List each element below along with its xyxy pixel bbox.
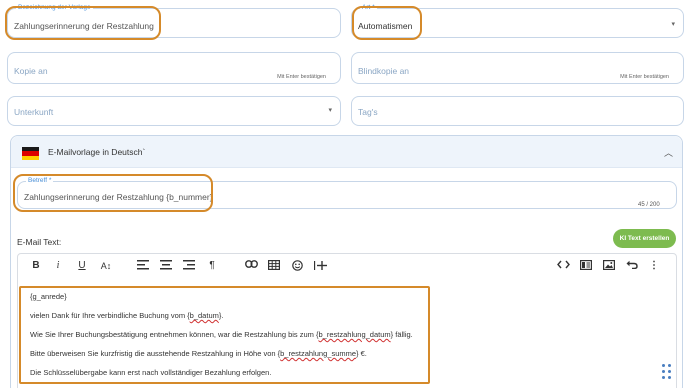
body-line-salutation: {g_anrede} bbox=[30, 292, 67, 301]
align-left-icon[interactable] bbox=[136, 258, 150, 274]
chevron-up-icon[interactable]: ︿ bbox=[664, 146, 673, 159]
email-template-title: E-Mailvorlage in Deutsch` bbox=[48, 147, 146, 157]
ai-text-button[interactable]: KI Text erstellen bbox=[613, 229, 676, 248]
template-name-field[interactable]: Bezeichnung der Vorlage Zahlungserinneru… bbox=[7, 3, 341, 38]
accommodation-placeholder: Unterkunft bbox=[14, 107, 54, 117]
table-icon[interactable] bbox=[267, 258, 281, 274]
font-size-icon[interactable]: A↕ bbox=[98, 258, 114, 274]
drag-handle-icon[interactable] bbox=[660, 362, 676, 384]
tags-placeholder: Tag's bbox=[358, 107, 378, 117]
type-value: Automatismen bbox=[358, 21, 413, 31]
body-line-request: Bitte überweisen Sie kurzfristig die aus… bbox=[30, 349, 367, 358]
type-select[interactable]: Art * Automatismen ▾ bbox=[351, 3, 684, 38]
bcc-placeholder: Blindkopie an bbox=[358, 66, 410, 76]
align-right-icon[interactable] bbox=[182, 258, 196, 274]
image-icon[interactable] bbox=[602, 258, 616, 274]
accommodation-select[interactable]: Unterkunft ▾ bbox=[7, 96, 341, 126]
italic-icon[interactable]: i bbox=[53, 258, 63, 274]
dropdown-arrow-icon[interactable]: ▾ bbox=[328, 106, 332, 114]
body-line-thanks: vielen Dank für Ihre verbindliche Buchun… bbox=[30, 311, 224, 320]
copy-to-field[interactable]: Kopie an Mit Enter bestätigen bbox=[7, 52, 341, 84]
emoji-icon[interactable] bbox=[290, 258, 304, 274]
subject-label: Betreff * bbox=[26, 176, 54, 186]
subject-field[interactable]: Betreff * Zahlungserinnerung der Restzah… bbox=[17, 176, 677, 209]
subject-value: Zahlungserinnerung der Restzahlung {b_nu… bbox=[24, 192, 213, 202]
underline-icon[interactable]: U bbox=[76, 258, 88, 274]
undo-icon[interactable] bbox=[625, 258, 639, 274]
body-line-key-handover: Die Schlüsselübergabe kann erst nach vol… bbox=[30, 368, 272, 377]
type-label: Art * bbox=[360, 3, 377, 13]
bcc-hint: Mit Enter bestätigen bbox=[620, 74, 669, 80]
template-icon[interactable] bbox=[579, 258, 593, 274]
insert-variable-icon[interactable] bbox=[313, 258, 329, 274]
body-line-due: Wie Sie Ihrer Buchungsbestätigung entneh… bbox=[30, 330, 413, 339]
bcc-field[interactable]: Blindkopie an Mit Enter bestätigen bbox=[351, 52, 684, 84]
link-icon[interactable] bbox=[244, 258, 258, 274]
tags-field[interactable]: Tag's bbox=[351, 96, 684, 126]
bold-icon[interactable]: B bbox=[30, 258, 42, 274]
template-name-value: Zahlungserinnerung der Restzahlung bbox=[14, 21, 154, 31]
template-name-label: Bezeichnung der Vorlage bbox=[16, 3, 93, 13]
paragraph-icon[interactable]: ¶ bbox=[205, 258, 219, 274]
copy-to-placeholder: Kopie an bbox=[14, 66, 48, 76]
align-center-icon[interactable] bbox=[159, 258, 173, 274]
subject-counter: 45 / 200 bbox=[638, 202, 660, 208]
copy-to-hint: Mit Enter bestätigen bbox=[277, 74, 326, 80]
more-icon[interactable]: ⋮ bbox=[648, 258, 660, 274]
email-text-label: E-Mail Text: bbox=[17, 237, 62, 247]
code-view-icon[interactable] bbox=[556, 258, 570, 274]
german-flag-icon bbox=[22, 147, 39, 160]
dropdown-arrow-icon[interactable]: ▾ bbox=[671, 20, 675, 28]
